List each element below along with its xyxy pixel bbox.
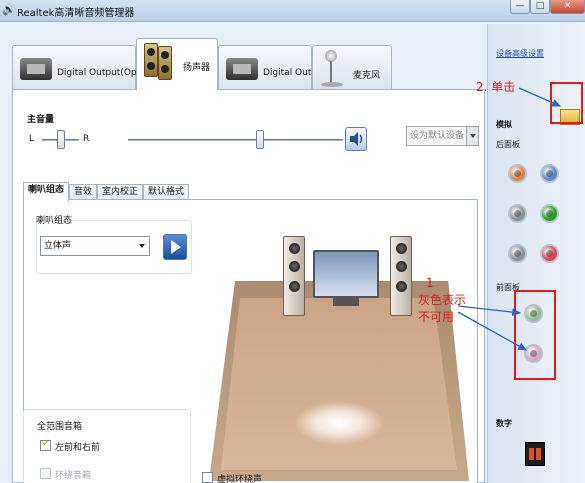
- virtual-surround-checkbox[interactable]: [202, 472, 213, 483]
- advanced-settings-link[interactable]: 设备高级设置: [496, 48, 544, 59]
- annotation-box-settings: [550, 82, 583, 124]
- rear-jack-green[interactable]: [540, 204, 559, 223]
- tab-speaker-config[interactable]: 喇叭组态: [23, 182, 69, 201]
- tab-microphone[interactable]: 麦克风: [312, 45, 392, 89]
- balance-slider-thumb[interactable]: [57, 130, 65, 149]
- listener-spot: [294, 401, 384, 445]
- sub-tab-bar: 喇叭组态 音效 室内校正 默认格式: [23, 182, 203, 201]
- tv-screen: [313, 250, 379, 298]
- close-button[interactable]: ✕: [550, 0, 585, 14]
- master-volume-title: 主音量: [27, 115, 55, 125]
- volume-slider-thumb[interactable]: [256, 130, 264, 149]
- balance-right-label: R: [83, 134, 90, 144]
- front-lr-checkbox[interactable]: [40, 438, 51, 451]
- chevron-down-icon: [466, 127, 478, 145]
- mute-button[interactable]: [345, 127, 367, 151]
- annotation-step1-number: 1: [426, 276, 434, 290]
- rear-jack-gray[interactable]: [508, 204, 527, 223]
- device-tab-bar: Digital Output(Optical) 扬声器 Digital Outp…: [12, 38, 482, 90]
- rear-jack-orange[interactable]: [508, 164, 527, 183]
- balance-left-label: L: [29, 134, 35, 144]
- play-test-button[interactable]: [163, 234, 187, 260]
- front-right-speaker[interactable]: [390, 236, 412, 316]
- default-device-label: 设为默认设备: [410, 131, 465, 141]
- tab-sound-effects[interactable]: 音效: [69, 184, 97, 200]
- rear-jack-blue[interactable]: [540, 164, 559, 183]
- tab-digital-output[interactable]: Digital Output: [218, 45, 326, 89]
- speaker-config-dropdown[interactable]: 立体声: [40, 236, 150, 256]
- chevron-down-icon: [139, 244, 145, 251]
- surround-label: 环绕音箱: [55, 471, 92, 481]
- speaker-config-label: 喇叭组态: [36, 216, 73, 226]
- annotation-step2: 2. 单击: [476, 80, 516, 94]
- tab-label: 扬声器: [183, 63, 211, 73]
- front-lr-label: 左前和右前: [55, 443, 101, 453]
- annotation-box-front-jacks: [514, 290, 556, 380]
- speaker-volume-icon: [350, 132, 363, 146]
- full-range-title: 全范围音箱: [37, 422, 83, 432]
- tab-speakers[interactable]: 扬声器: [136, 38, 218, 90]
- tab-room-correction[interactable]: 室内校正: [97, 184, 143, 200]
- speakers-icon: [144, 43, 176, 81]
- speaker-config-value: 立体声: [44, 241, 72, 251]
- annotation-step1-line2: 不可用: [418, 310, 455, 324]
- app-icon: 🔊: [2, 3, 16, 16]
- annotation-step1-line1: 灰色表示: [418, 293, 467, 307]
- window-title: Realtek高清晰音频管理器: [17, 8, 135, 19]
- tv-stand: [333, 298, 359, 306]
- digital-output-icon: [226, 58, 258, 80]
- digital-heading: 数字: [496, 419, 512, 428]
- microphone-icon: [321, 50, 345, 88]
- optical-output-icon: [20, 58, 52, 80]
- maximize-button[interactable]: □: [530, 0, 550, 14]
- tab-label: 麦克风: [353, 71, 381, 81]
- rear-jack-pink[interactable]: [540, 244, 559, 263]
- tab-default-format[interactable]: 默认格式: [143, 184, 189, 200]
- rear-panel-label: 后面板: [496, 140, 520, 149]
- room-visualization: [209, 236, 469, 481]
- analog-heading: 模拟: [496, 120, 512, 129]
- volume-slider[interactable]: [128, 139, 343, 141]
- tab-digital-output-optical[interactable]: Digital Output(Optical): [12, 45, 159, 89]
- speakers-panel: 主音量 L R 设为默认设备 喇叭组态 音效 室内校正 默认格式 喇叭组态 立体…: [12, 89, 485, 483]
- surround-checkbox[interactable]: [40, 468, 51, 479]
- set-default-device-dropdown[interactable]: 设为默认设备: [406, 126, 479, 146]
- minimize-button[interactable]: —: [510, 0, 530, 14]
- virtual-surround-label: 虚拟环绕声: [217, 475, 263, 483]
- rear-jack-gray-2[interactable]: [508, 244, 527, 263]
- title-bar: 🔊 Realtek高清晰音频管理器 — □ ✕: [0, 0, 585, 22]
- front-left-speaker[interactable]: [283, 236, 305, 316]
- digital-connector-icon[interactable]: [525, 442, 545, 466]
